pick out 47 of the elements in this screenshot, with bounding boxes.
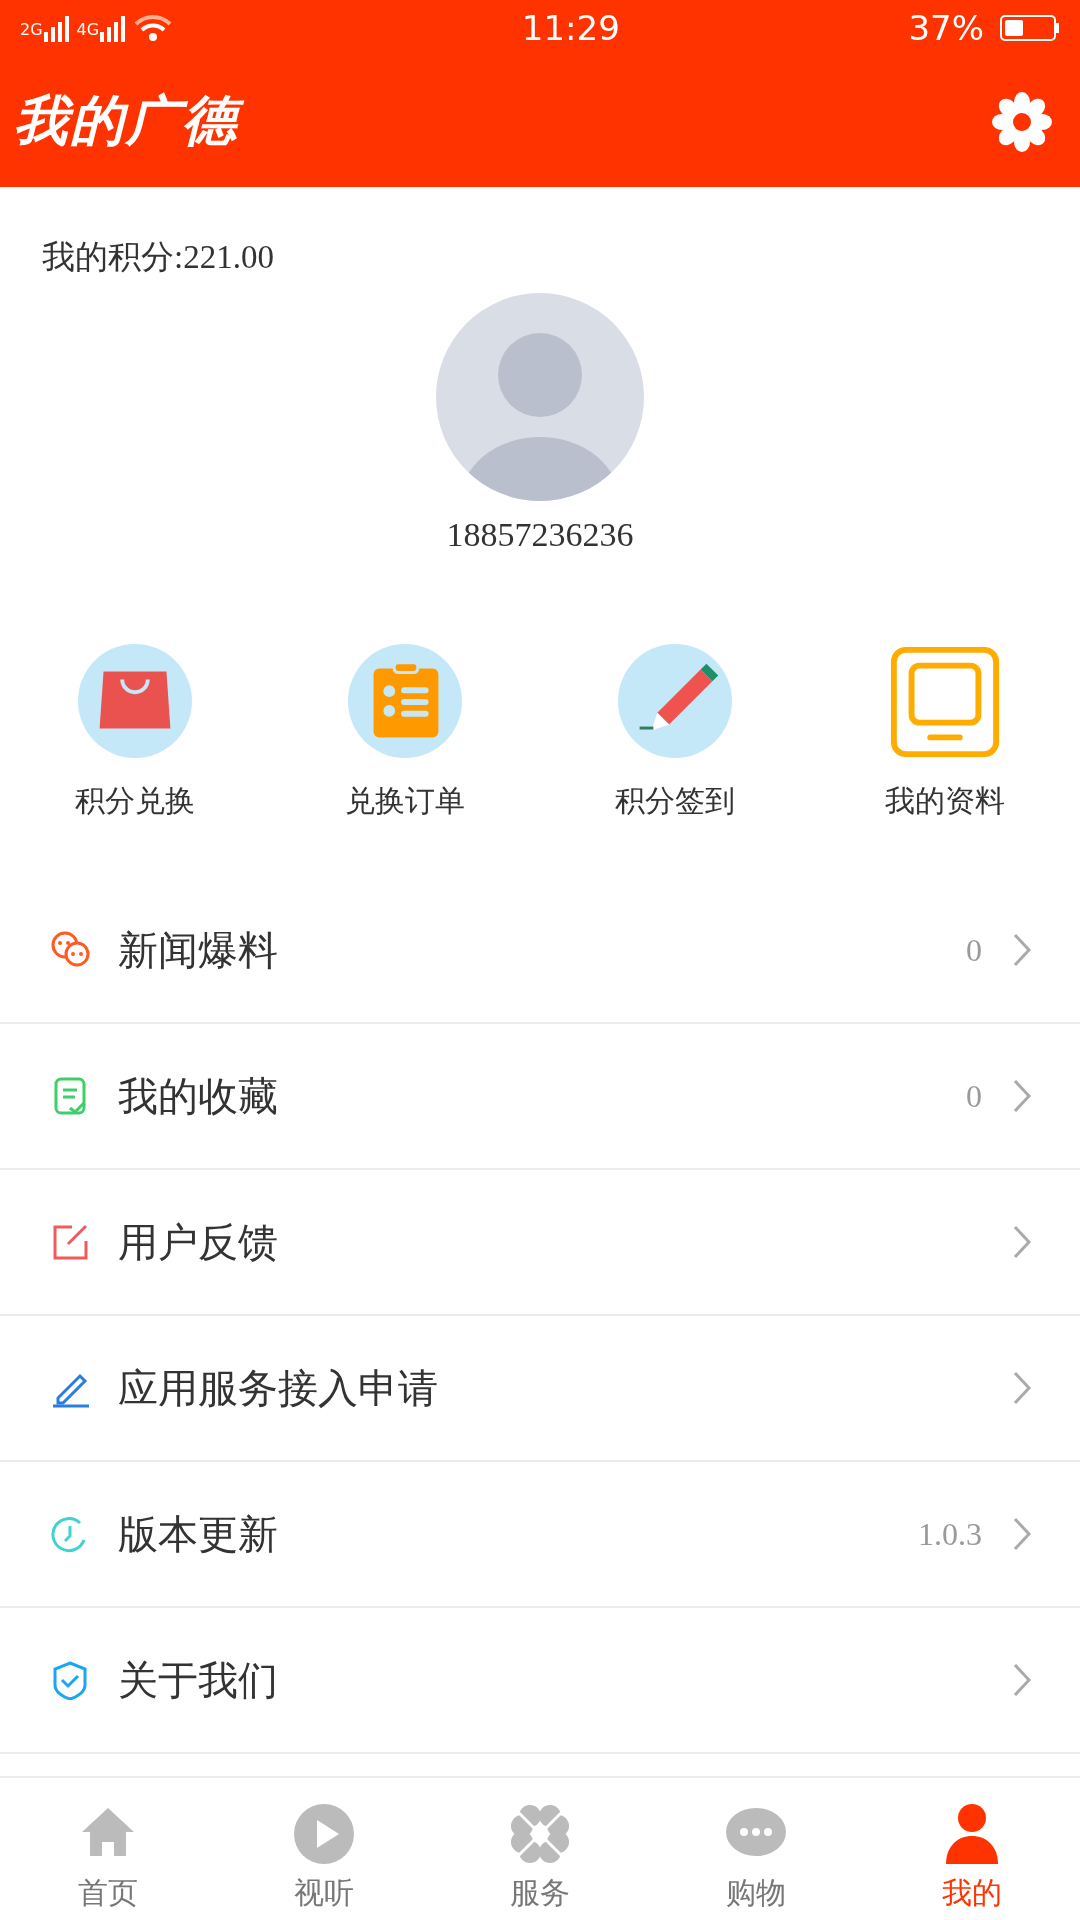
menu-label: 新闻爆料: [118, 925, 279, 975]
tab-button[interactable]: 视听: [216, 1777, 432, 1920]
menu-value: 0: [966, 930, 982, 970]
signal-icon: [99, 16, 126, 42]
menu-value: 1.0.3: [918, 1514, 982, 1554]
chevron-icon: [1012, 1661, 1032, 1698]
network-type: 4G: [76, 19, 100, 41]
clipboard-icon: [347, 643, 463, 760]
chevron-icon: [1012, 1369, 1032, 1406]
shortcut-button[interactable]: 我的资料: [810, 643, 1080, 844]
shortcut-button[interactable]: 积分签到: [540, 643, 810, 844]
signal-icon: [42, 16, 69, 42]
tab-button[interactable]: 首页: [0, 1777, 216, 1920]
menu-label: 版本更新: [118, 1509, 279, 1559]
tab-button[interactable]: 购物: [648, 1777, 864, 1920]
phone-number: 18857236236: [446, 514, 634, 555]
menu-row[interactable]: 关于我们: [0, 1607, 1080, 1754]
menu-row[interactable]: 新闻爆料 0: [0, 877, 1080, 1024]
menu-row[interactable]: 用户反馈: [0, 1169, 1080, 1316]
menu-label: 应用服务接入申请: [118, 1363, 439, 1413]
shortcut-button[interactable]: 积分兑换: [0, 643, 270, 844]
battery-icon: [1000, 14, 1060, 42]
settings-button[interactable]: [990, 89, 1054, 154]
network-type: 2G: [20, 19, 43, 41]
menu-label: 用户反馈: [118, 1217, 279, 1267]
menu-label: 我的收藏: [118, 1071, 279, 1121]
menu-label: 关于我们: [118, 1655, 279, 1705]
play-icon: [292, 1801, 356, 1866]
wifi-icon: [133, 14, 174, 42]
menu-row[interactable]: 应用服务接入申请: [0, 1315, 1080, 1462]
tab-button[interactable]: 我的: [864, 1777, 1080, 1920]
menu-row[interactable]: 我的收藏 0: [0, 1023, 1080, 1170]
pencil-icon: [617, 643, 733, 760]
page-title: 我的广德: [12, 86, 252, 157]
menu-row[interactable]: 版本更新 1.0.3: [0, 1461, 1080, 1608]
battery-percent: 37%: [908, 6, 984, 50]
chevron-icon: [1012, 1515, 1032, 1552]
chevron-icon: [1012, 1223, 1032, 1260]
settings-icon: [990, 89, 1054, 154]
points-balance: 我的积分:221.00: [41, 238, 275, 277]
tab-button[interactable]: 服务: [432, 1777, 648, 1920]
clock-time: 11:29: [520, 6, 621, 50]
shortcut-button[interactable]: 兑换订单: [270, 643, 540, 844]
chevron-icon: [1012, 931, 1032, 968]
menu-value: 0: [966, 1076, 982, 1116]
chevron-icon: [1012, 1077, 1032, 1114]
bag-icon: [77, 643, 193, 760]
